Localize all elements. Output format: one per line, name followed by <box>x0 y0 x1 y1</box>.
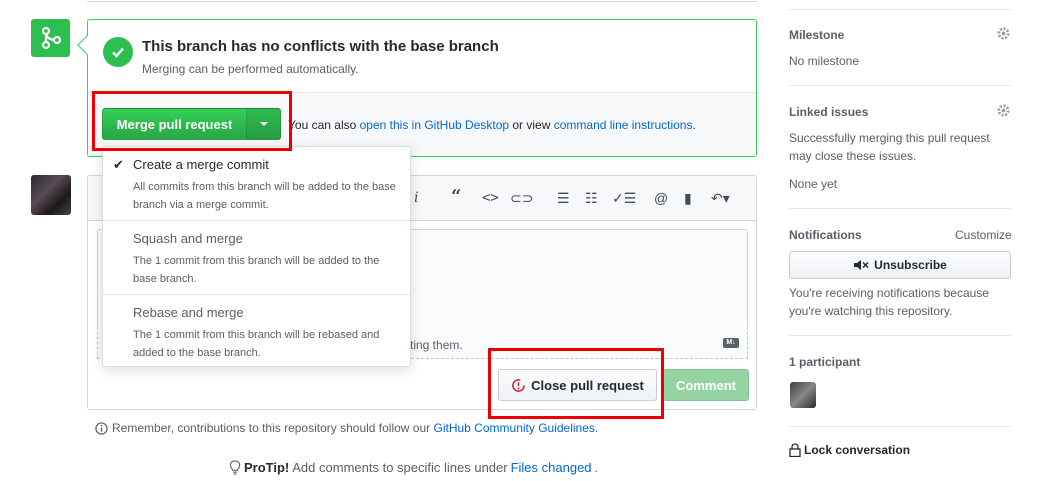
lightbulb-icon <box>229 460 241 475</box>
menu-item-description: The 1 commit from this branch will be ad… <box>133 255 380 285</box>
sidebar-divider <box>789 85 1011 86</box>
sidebar-divider <box>789 208 1011 209</box>
gear-icon[interactable] <box>996 103 1011 118</box>
numbered-list-icon[interactable]: ☷ <box>585 190 598 207</box>
notifications-reason: You're receiving notifications because y… <box>789 286 989 318</box>
timeline-top-border <box>87 0 757 2</box>
check-icon <box>103 37 133 67</box>
community-guidelines-link[interactable]: GitHub Community Guidelines <box>434 421 595 435</box>
mute-icon <box>854 260 869 270</box>
milestone-heading[interactable]: Milestone <box>789 28 844 42</box>
info-icon <box>95 421 108 435</box>
menu-item-description: All commits from this branch will be add… <box>133 181 396 211</box>
unsubscribe-button[interactable]: Unsubscribe <box>789 251 1011 279</box>
highlight-merge-button <box>92 91 292 151</box>
comment-button[interactable]: Comment <box>663 369 749 401</box>
merge-status-badge <box>31 19 70 57</box>
quote-icon[interactable]: “ <box>451 186 461 207</box>
merge-status-subtitle: Merging can be performed automatically. <box>142 62 359 76</box>
merge-box-pointer <box>77 35 97 55</box>
attach-files-text: ting them. <box>410 338 463 352</box>
menu-item-squash-merge[interactable]: Squash and merge The 1 commit from this … <box>103 221 410 295</box>
sidebar-divider <box>789 335 1011 336</box>
lock-conversation-label: Lock conversation <box>804 443 911 457</box>
gear-icon[interactable] <box>996 26 1011 41</box>
merge-method-menu: ✔ Create a merge commit All commits from… <box>102 146 411 367</box>
avatar[interactable] <box>31 175 71 215</box>
mention-icon[interactable]: @ <box>654 190 668 206</box>
reply-icon[interactable]: ↶▾ <box>711 190 730 207</box>
community-guidelines-note: Remember, contributions to this reposito… <box>95 421 598 435</box>
menu-item-rebase-merge[interactable]: Rebase and merge The 1 commit from this … <box>103 295 410 367</box>
also-prefix: You can also <box>288 118 360 132</box>
notifications-heading: Notifications <box>789 228 862 242</box>
lock-icon <box>789 443 801 457</box>
guidelines-suffix: . <box>594 421 599 435</box>
files-changed-link[interactable]: Files changed <box>511 460 592 475</box>
menu-item-title: Squash and merge <box>133 231 243 246</box>
sidebar-divider <box>789 9 1011 10</box>
markdown-icon[interactable]: M↓ <box>723 338 739 348</box>
italic-icon[interactable]: i <box>414 190 418 206</box>
linked-issues-value: None yet <box>789 177 838 191</box>
code-icon[interactable]: <> <box>482 190 499 206</box>
link-icon[interactable]: ⊂⊃ <box>510 190 533 207</box>
bookmark-icon[interactable]: ▮ <box>684 190 692 207</box>
unsubscribe-label: Unsubscribe <box>874 258 947 272</box>
also-suffix: . <box>692 118 696 132</box>
git-merge-icon <box>41 26 61 50</box>
merge-status-title: This branch has no conflicts with the ba… <box>142 38 499 55</box>
lock-conversation-link[interactable]: Lock conversation <box>789 443 910 457</box>
protip-text: Add comments to specific lines under <box>292 460 508 475</box>
participant-avatar[interactable] <box>790 382 816 408</box>
participants-heading: 1 participant <box>789 355 861 369</box>
customize-notifications-link[interactable]: Customize <box>955 226 1012 244</box>
highlight-close-button <box>488 348 664 419</box>
task-list-icon[interactable]: ✓☰ <box>612 190 636 207</box>
open-in-desktop-link[interactable]: open this in GitHub Desktop <box>360 118 509 132</box>
guidelines-prefix: Remember, contributions to this reposito… <box>112 421 434 435</box>
bulleted-list-icon[interactable]: ☰ <box>557 190 570 207</box>
protip-label: ProTip! <box>244 460 290 475</box>
checkmark-icon: ✔ <box>113 157 124 172</box>
command-line-instructions-link[interactable]: command line instructions <box>554 118 693 132</box>
protip-suffix: . <box>594 460 599 475</box>
linked-issues-heading[interactable]: Linked issues <box>789 105 868 119</box>
menu-item-title: Rebase and merge <box>133 305 244 320</box>
milestone-value: No milestone <box>789 54 860 68</box>
sidebar-divider <box>789 426 1011 427</box>
merge-alternatives-text: You can also open this in GitHub Desktop… <box>288 118 696 132</box>
menu-item-description: The 1 commit from this branch will be re… <box>133 329 380 359</box>
protip-note: ProTip! Add comments to specific lines u… <box>229 460 598 475</box>
menu-item-merge-commit[interactable]: ✔ Create a merge commit All commits from… <box>103 147 410 221</box>
also-mid: or view <box>509 118 554 132</box>
linked-issues-description: Successfully merging this pull request m… <box>789 131 990 163</box>
menu-item-title: Create a merge commit <box>133 157 269 172</box>
